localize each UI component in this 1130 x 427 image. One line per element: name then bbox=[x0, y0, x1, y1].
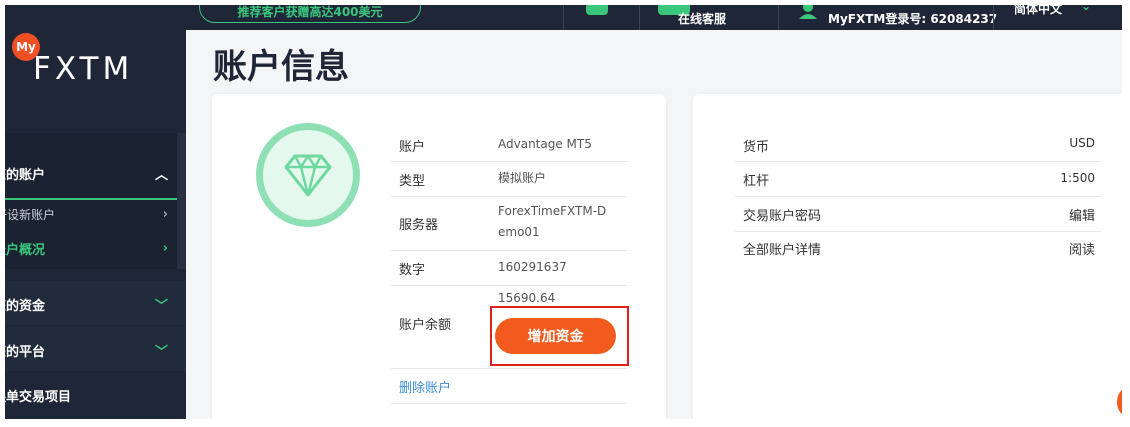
detail-row-type: 类型 模拟账户 bbox=[391, 162, 627, 197]
chevron-up-icon: ︿ bbox=[154, 167, 168, 183]
topbar-divider bbox=[993, 5, 994, 30]
topbar-divider bbox=[639, 5, 640, 30]
row-value: 模拟账户 bbox=[498, 171, 547, 185]
detail-row-password: 交易账户密码 编辑 bbox=[735, 197, 1101, 232]
row-label: 账户 bbox=[399, 140, 426, 155]
sidebar-item-label: 您的资金 bbox=[5, 298, 46, 314]
sidebar-item-label: 您的账户 bbox=[5, 167, 46, 183]
login-number: MyFXTM登录号: 62084237 bbox=[828, 12, 998, 26]
topbar-divider bbox=[778, 5, 779, 30]
topbar-divider bbox=[563, 5, 564, 30]
delete-account-link[interactable]: 删除账户 bbox=[399, 377, 451, 396]
logo: FXTM bbox=[33, 51, 134, 87]
sidebar-item-copy-trading[interactable]: 跟单交易项目 bbox=[5, 385, 186, 405]
chevron-down-icon: ﹀ bbox=[154, 344, 168, 360]
app-window: My FXTM 您的账户 ︿ 开设新账户 › 账户概况 › 您的资金 ﹀ 您的平… bbox=[5, 5, 1122, 419]
row-value: 160291637 bbox=[498, 260, 567, 274]
account-details-card: 货币 USD 杠杆 1:500 交易账户密码 编辑 全部账户详情 阅读 bbox=[693, 94, 1122, 419]
detail-row-number: 数字 160291637 bbox=[391, 251, 627, 286]
row-label: 交易账户密码 bbox=[743, 209, 822, 224]
sidebar-item-label: 账户概况 bbox=[5, 242, 46, 258]
sidebar-item-label: 跟单交易项目 bbox=[5, 389, 72, 405]
row-label: 数字 bbox=[399, 263, 426, 278]
user-icon bbox=[799, 5, 817, 19]
top-bar: 推荐客户获赠高达400美元 在线客服 MyFXTM登录号: 62084237 简… bbox=[186, 5, 1122, 30]
row-value: ForexTimeFXTM-Demo01 bbox=[498, 204, 607, 239]
live-chat-link[interactable]: 在线客服 bbox=[678, 10, 726, 27]
row-label: 全部账户详情 bbox=[743, 243, 822, 258]
sidebar-item-your-platforms[interactable]: 您的平台 ﹀ bbox=[5, 327, 186, 371]
referral-promo-button[interactable]: 推荐客户获赠高达400美元 bbox=[199, 5, 421, 23]
language-selector[interactable]: 简体中文 bbox=[1014, 5, 1062, 17]
sidebar-item-account-overview[interactable]: 账户概况 › bbox=[5, 238, 186, 258]
read-details-link[interactable]: 阅读 bbox=[1069, 239, 1095, 258]
sidebar: My FXTM 您的账户 ︿ 开设新账户 › 账户概况 › 您的资金 ﹀ 您的平… bbox=[5, 5, 186, 419]
row-label: 货币 bbox=[743, 140, 770, 155]
chevron-down-icon: ⌄ bbox=[1081, 5, 1092, 13]
sidebar-divider bbox=[5, 198, 177, 200]
row-label: 账户余额 bbox=[399, 318, 452, 333]
page-title: 账户信息 bbox=[213, 47, 349, 87]
edit-password-link[interactable]: 编辑 bbox=[1069, 205, 1095, 224]
leverage-link[interactable]: 1:500 bbox=[1060, 171, 1095, 185]
detail-row-all-details: 全部账户详情 阅读 bbox=[735, 232, 1101, 265]
currency-value: USD bbox=[1069, 136, 1095, 150]
sidebar-item-label: 开设新账户 bbox=[5, 207, 56, 222]
row-label: 服务器 bbox=[399, 218, 439, 233]
chevron-down-icon: ﹀ bbox=[154, 298, 168, 314]
detail-row-delete: 删除账户 bbox=[391, 369, 627, 404]
row-value: Advantage MT5 bbox=[498, 137, 592, 151]
chevron-right-icon: › bbox=[162, 240, 168, 256]
account-tier-emblem bbox=[256, 123, 360, 227]
row-label: 类型 bbox=[399, 174, 426, 189]
detail-row-leverage: 杠杆 1:500 bbox=[735, 162, 1101, 197]
detail-row-currency: 货币 USD bbox=[735, 128, 1101, 162]
add-funds-button[interactable]: 增加资金 bbox=[495, 318, 616, 354]
sidebar-item-your-accounts[interactable]: 您的账户 ︿ bbox=[5, 163, 186, 183]
account-info-card: 账户 Advantage MT5 类型 模拟账户 服务器 ForexTimeFX… bbox=[212, 94, 666, 419]
diamond-icon bbox=[263, 130, 353, 220]
sidebar-item-your-funds[interactable]: 您的资金 ﹀ bbox=[5, 281, 186, 325]
chevron-right-icon: › bbox=[162, 206, 168, 222]
sidebar-item-open-account[interactable]: 开设新账户 › bbox=[5, 205, 186, 223]
detail-row-server: 服务器 ForexTimeFXTM-Demo01 bbox=[391, 197, 627, 251]
detail-row-account: 账户 Advantage MT5 bbox=[391, 128, 627, 162]
sidebar-item-label: 您的平台 bbox=[5, 344, 46, 360]
row-label: 杠杆 bbox=[743, 174, 770, 189]
message-icon bbox=[586, 5, 608, 15]
